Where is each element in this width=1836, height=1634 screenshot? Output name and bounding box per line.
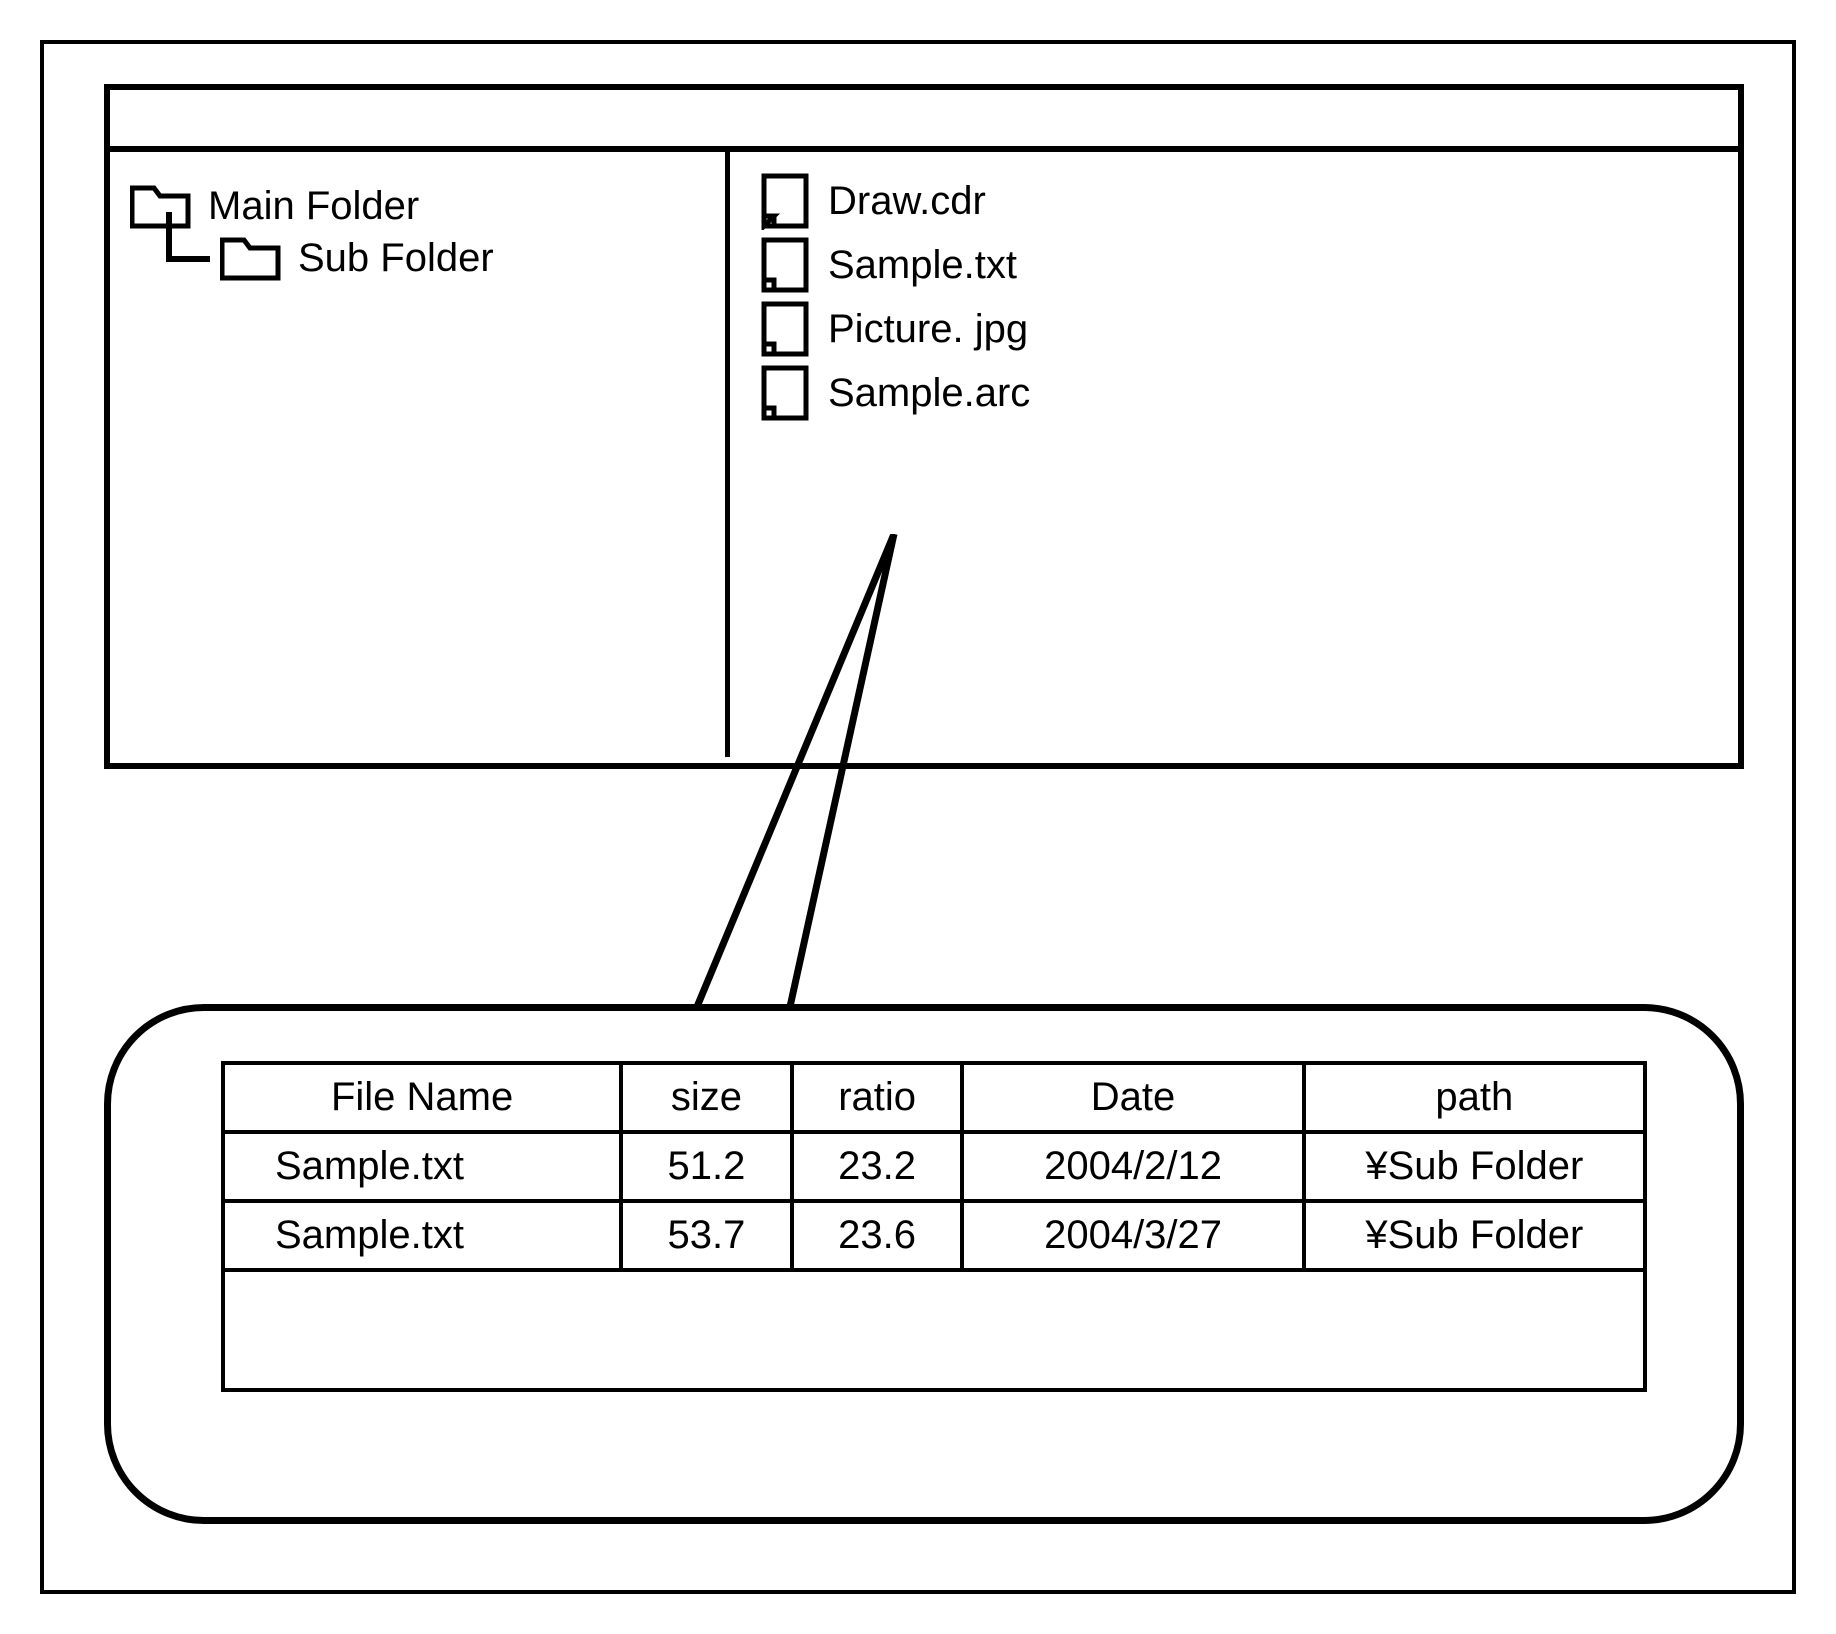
document-icon (760, 300, 810, 358)
document-icon (760, 236, 810, 294)
cell-size: 51.2 (621, 1132, 792, 1201)
col-header-ratio: ratio (792, 1063, 963, 1132)
cell-filename: Sample.txt (223, 1201, 621, 1270)
folder-tree-pane: Main Folder Sub Folder (110, 152, 730, 757)
file-item[interactable]: Picture. jpg (760, 300, 1708, 358)
tree-item-label: Main Folder (208, 184, 419, 229)
tree-item-label: Sub Folder (298, 236, 494, 281)
tree-item-main-folder[interactable]: Main Folder (130, 182, 705, 230)
cell-filename: Sample.txt (223, 1132, 621, 1201)
cell-ratio: 23.2 (792, 1132, 963, 1201)
tree-item-sub-folder[interactable]: Sub Folder (166, 234, 705, 282)
table-header-row: File Name size ratio Date path (223, 1063, 1645, 1132)
file-item-label: Picture. jpg (828, 307, 1028, 352)
file-item[interactable]: Sample.arc (760, 364, 1708, 422)
file-item-label: Sample.txt (828, 243, 1017, 288)
file-item[interactable]: Draw.cdr (760, 172, 1708, 230)
file-item[interactable]: Sample.txt (760, 236, 1708, 294)
cell-size: 53.7 (621, 1201, 792, 1270)
figure-frame: Main Folder Sub Folder Draw.cdr (40, 40, 1796, 1594)
col-header-date: Date (962, 1063, 1303, 1132)
cell-path: ¥Sub Folder (1304, 1132, 1645, 1201)
col-header-size: size (621, 1063, 792, 1132)
col-header-filename: File Name (223, 1063, 621, 1132)
cell-ratio: 23.6 (792, 1201, 963, 1270)
explorer-window: Main Folder Sub Folder Draw.cdr (104, 84, 1744, 769)
file-list-pane: Draw.cdr Sample.txt Picture. jpg (730, 152, 1738, 757)
table-empty-space (223, 1270, 1645, 1390)
document-icon (760, 364, 810, 422)
folder-icon (130, 182, 192, 230)
file-item-label: Draw.cdr (828, 179, 986, 224)
cell-path: ¥Sub Folder (1304, 1201, 1645, 1270)
cell-date: 2004/3/27 (962, 1201, 1303, 1270)
cell-date: 2004/2/12 (962, 1132, 1303, 1201)
table-row[interactable]: Sample.txt 51.2 23.2 2004/2/12 ¥Sub Fold… (223, 1132, 1645, 1201)
archive-detail-table: File Name size ratio Date path Sample.tx… (221, 1061, 1647, 1392)
file-item-label: Sample.arc (828, 371, 1030, 416)
col-header-path: path (1304, 1063, 1645, 1132)
archive-detail-callout: File Name size ratio Date path Sample.tx… (104, 1004, 1744, 1524)
document-icon (760, 172, 810, 230)
titlebar (110, 90, 1738, 152)
table-row[interactable]: Sample.txt 53.7 23.6 2004/3/27 ¥Sub Fold… (223, 1201, 1645, 1270)
folder-icon (220, 234, 282, 282)
